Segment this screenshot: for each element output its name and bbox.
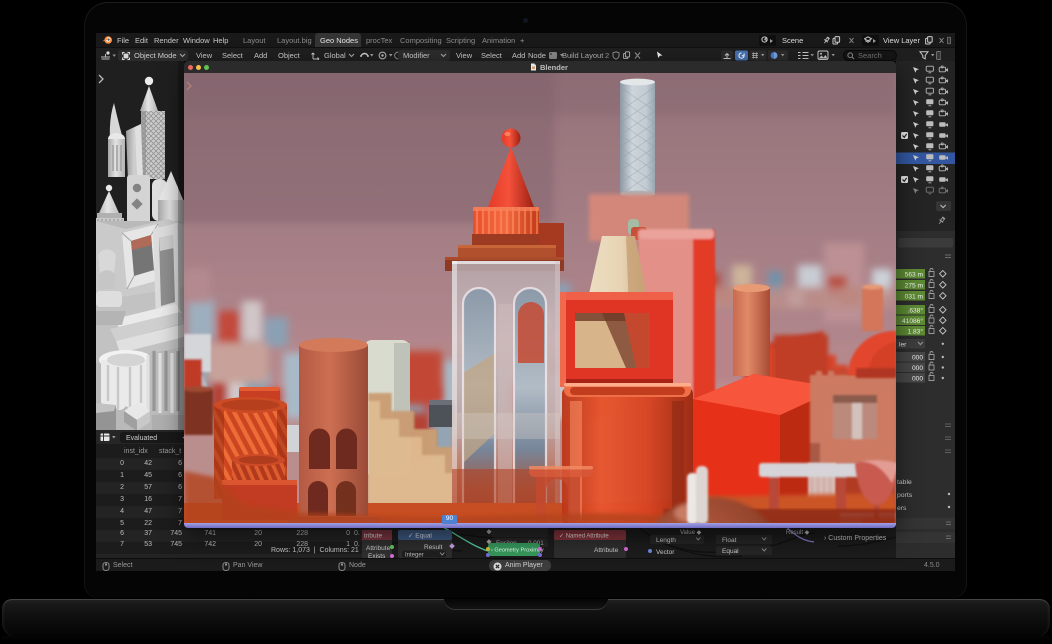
svg-text:Float: Float bbox=[722, 537, 737, 544]
svg-text:ports: ports bbox=[897, 492, 913, 499]
svg-text:ers: ers bbox=[897, 505, 907, 512]
svg-text:✓ Named Attribute: ✓ Named Attribute bbox=[559, 534, 609, 540]
svg-text:› Custom Properties: › Custom Properties bbox=[824, 535, 887, 542]
svg-text:Attribute: Attribute bbox=[594, 547, 619, 554]
svg-text:41086°: 41086° bbox=[902, 317, 923, 325]
svg-text:Result ◆: Result ◆ bbox=[786, 530, 810, 536]
svg-text:tribute: tribute bbox=[364, 533, 382, 540]
svg-text:275 m: 275 m bbox=[905, 283, 924, 290]
svg-text:000: 000 bbox=[912, 376, 923, 383]
svg-text:.638°: .638° bbox=[908, 307, 924, 315]
svg-text:Equal: Equal bbox=[722, 548, 739, 555]
svg-text:✓ Equal: ✓ Equal bbox=[408, 533, 432, 540]
svg-text:000: 000 bbox=[912, 355, 923, 362]
svg-text:563 m: 563 m bbox=[905, 272, 924, 279]
svg-text:table: table bbox=[897, 479, 912, 486]
svg-text:Length: Length bbox=[656, 537, 676, 544]
svg-text:ler: ler bbox=[899, 342, 907, 349]
svg-text:Attribute: Attribute bbox=[366, 545, 391, 552]
svg-text:000: 000 bbox=[912, 365, 923, 372]
svg-text:Vector: Vector bbox=[656, 549, 675, 556]
svg-text:› Geometry Proximity: › Geometry Proximity bbox=[491, 548, 544, 554]
svg-text:Result: Result bbox=[424, 544, 443, 551]
svg-text:1.83°: 1.83° bbox=[908, 328, 924, 336]
svg-text:031 m: 031 m bbox=[905, 294, 924, 301]
